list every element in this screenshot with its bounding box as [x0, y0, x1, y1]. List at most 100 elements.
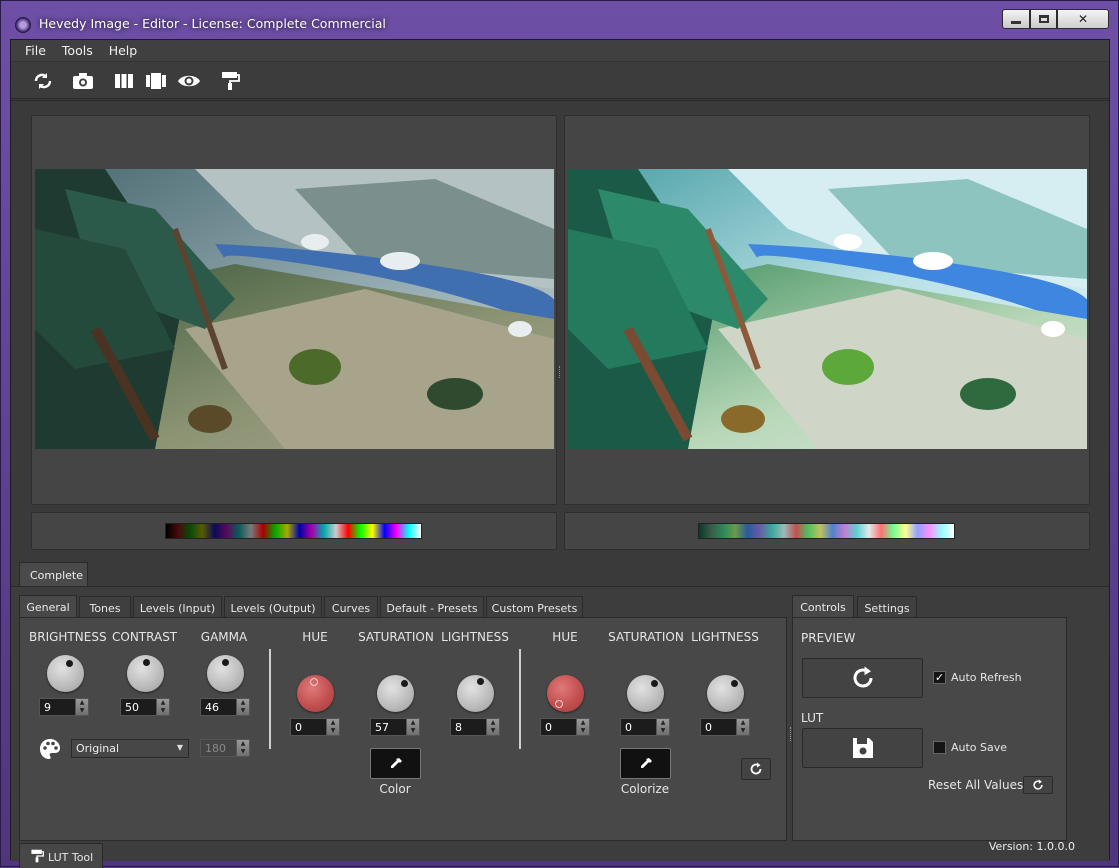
preview-toggle-button[interactable] [177, 70, 201, 92]
gamma-knob[interactable] [207, 655, 244, 692]
menu-file[interactable]: File [17, 40, 54, 61]
original-lut-panel [31, 512, 557, 550]
contrast-spinbox[interactable]: 50 ▲ ▼ [120, 698, 170, 716]
color-hue-value: 0 [295, 721, 302, 734]
color-hue-spinbox[interactable]: 0 ▲ ▼ [290, 718, 340, 736]
reset-all-button[interactable] [1023, 776, 1053, 794]
spin-arrows-icon[interactable]: ▲ ▼ [576, 718, 590, 736]
spin-arrows-icon[interactable]: ▲ ▼ [486, 718, 500, 736]
maximize-button[interactable] [1030, 9, 1057, 29]
colorize-saturation-spinbox[interactable]: 0 ▲ ▼ [620, 718, 670, 736]
colorize-saturation-label: SATURATION [608, 630, 684, 644]
group-divider [269, 649, 271, 749]
tab-general[interactable]: General [19, 595, 77, 617]
colorize-saturation-knob[interactable] [627, 675, 664, 712]
auto-save-checkbox[interactable] [933, 741, 946, 754]
palette-icon[interactable] [39, 738, 61, 760]
client-area: File Tools Help Complete General Tones L… [10, 39, 1110, 868]
contrast-knob[interactable] [127, 655, 164, 692]
color-saturation-spinbox[interactable]: 57 ▲ ▼ [370, 718, 420, 736]
tab-lut-tool[interactable]: LUT Tool [19, 843, 103, 868]
compare-icon [146, 73, 166, 89]
auto-refresh-checkbox[interactable]: ✓ [933, 671, 946, 684]
save-lut-button[interactable] [802, 728, 923, 768]
spin-arrows-icon[interactable]: ▲ ▼ [75, 698, 89, 716]
spin-arrows-icon[interactable]: ▲ ▼ [156, 698, 170, 716]
refresh-swap-button[interactable] [31, 70, 55, 92]
camera-icon [73, 73, 93, 89]
landscape-original-image [35, 169, 554, 449]
spin-arrows-icon[interactable]: ▲ ▼ [656, 718, 670, 736]
edited-image-panel [564, 115, 1090, 505]
close-button[interactable]: ✕ [1057, 9, 1109, 29]
refresh-icon [1033, 779, 1043, 790]
color-saturation-knob[interactable] [377, 675, 414, 712]
paint-roller-icon [222, 72, 240, 90]
eyedropper-icon [640, 757, 652, 768]
tab-settings[interactable]: Settings [857, 596, 917, 618]
original-image-panel [31, 115, 557, 505]
tab-complete[interactable]: Complete [19, 562, 88, 586]
paint-roller-icon [30, 849, 44, 866]
color-lightness-spinbox[interactable]: 8 ▲ ▼ [450, 718, 500, 736]
landscape-edited-image [568, 169, 1087, 449]
tab-levels-output[interactable]: Levels (Output) [224, 596, 322, 618]
refresh-swap-icon [34, 73, 52, 89]
color-hue-label: HUE [302, 630, 328, 644]
colorize-picker-button[interactable] [620, 748, 671, 779]
colorize-lightness-spinbox[interactable]: 0 ▲ ▼ [700, 718, 750, 736]
color-saturation-value: 57 [375, 721, 389, 734]
controls-area: General Tones Levels (Input) Levels (Out… [11, 586, 1109, 868]
minimize-icon [1011, 20, 1021, 24]
tab-custom-presets[interactable]: Custom Presets [486, 596, 583, 618]
mode-select[interactable]: Original ▼ [71, 739, 189, 758]
tab-tones[interactable]: Tones [79, 596, 131, 618]
menu-tools[interactable]: Tools [54, 40, 101, 61]
color-picker-button[interactable] [370, 748, 421, 779]
color-lightness-value: 8 [455, 721, 462, 734]
brightness-spinbox[interactable]: 9 ▲ ▼ [39, 698, 89, 716]
spin-arrows-icon[interactable]: ▲ ▼ [326, 718, 340, 736]
spin-arrows-icon[interactable]: ▲ ▼ [236, 698, 250, 716]
maximize-icon [1038, 15, 1049, 23]
tab-levels-input[interactable]: Levels (Input) [133, 596, 222, 618]
preview-label: PREVIEW [801, 631, 856, 645]
tab-curves[interactable]: Curves [324, 596, 378, 618]
gamma-label: GAMMA [200, 630, 248, 644]
colorize-hue-knob[interactable] [547, 675, 584, 712]
split-view-button[interactable] [112, 70, 136, 92]
tab-controls[interactable]: Controls [792, 595, 854, 617]
close-icon: ✕ [1077, 12, 1089, 26]
contrast-value: 50 [125, 701, 139, 714]
spin-arrows-icon[interactable]: ▲ ▼ [406, 718, 420, 736]
menu-help[interactable]: Help [101, 40, 146, 61]
angle-spinbox: 180 ▲ ▼ [200, 739, 250, 757]
chevron-down-icon: ▼ [176, 743, 183, 752]
columns-icon [115, 74, 133, 88]
contrast-label: CONTRAST [112, 630, 178, 644]
colorize-hue-spinbox[interactable]: 0 ▲ ▼ [540, 718, 590, 736]
color-lightness-knob[interactable] [457, 675, 494, 712]
brightness-label: BRIGHTNESS [29, 630, 107, 644]
gamma-value: 46 [205, 701, 219, 714]
gamma-spinbox[interactable]: 46 ▲ ▼ [200, 698, 250, 716]
refresh-preview-button[interactable] [802, 658, 923, 698]
spin-arrows-icon[interactable]: ▲ ▼ [736, 718, 750, 736]
compare-view-button[interactable] [144, 70, 168, 92]
lut-tool-button[interactable] [218, 70, 242, 92]
lut-tool-label: LUT Tool [48, 851, 94, 864]
color-hue-knob[interactable] [297, 675, 334, 712]
minimize-button[interactable] [1002, 9, 1030, 29]
colorize-lightness-knob[interactable] [707, 675, 744, 712]
reset-general-button[interactable] [741, 758, 771, 780]
edited-image [568, 169, 1087, 449]
toolbar [11, 61, 1109, 99]
tab-default-presets[interactable]: Default - Presets [380, 596, 484, 618]
colorize-hue-value: 0 [545, 721, 552, 734]
original-image [35, 169, 554, 449]
screenshot-button[interactable] [71, 70, 95, 92]
refresh-icon [750, 762, 762, 775]
brightness-knob[interactable] [47, 655, 84, 692]
view-splitter-handle[interactable] [559, 366, 562, 378]
angle-value: 180 [205, 742, 226, 755]
